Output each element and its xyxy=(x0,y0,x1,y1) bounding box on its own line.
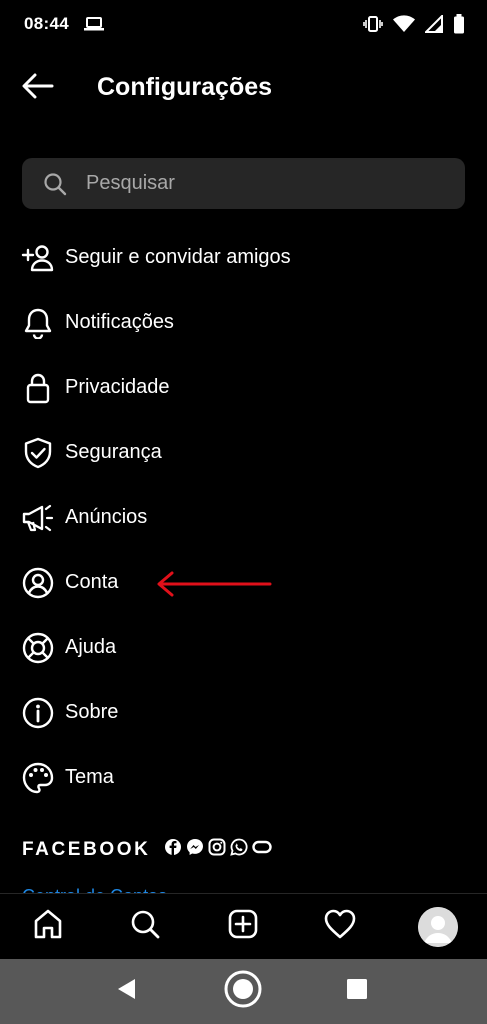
status-time: 08:44 xyxy=(24,14,69,33)
menu-item-label: Conta xyxy=(65,571,119,593)
menu-item-follow-invite[interactable]: Seguir e convidar amigos xyxy=(0,225,487,290)
whatsapp-icon xyxy=(230,838,248,861)
status-icons xyxy=(363,13,465,39)
home-circle-icon xyxy=(223,969,263,1014)
signal-icon xyxy=(423,13,443,38)
bottom-nav xyxy=(0,893,487,959)
menu-item-label: Notificações xyxy=(65,311,174,333)
bell-icon xyxy=(20,305,56,341)
search-icon xyxy=(42,171,68,197)
menu-item-help[interactable]: Ajuda xyxy=(0,615,487,680)
menu-item-privacy[interactable]: Privacidade xyxy=(0,355,487,420)
home-icon xyxy=(32,908,64,945)
menu-item-label: Ajuda xyxy=(65,636,117,658)
menu-item-ads[interactable]: Anúncios xyxy=(0,485,487,550)
nav-home-button[interactable] xyxy=(28,906,68,946)
facebook-section: FACEBOOK xyxy=(22,838,273,861)
menu-item-label: Segurança xyxy=(65,441,162,463)
android-nav-bar xyxy=(0,959,487,1024)
search-icon xyxy=(129,908,161,945)
facebook-icon xyxy=(164,838,182,861)
menu-item-about[interactable]: Sobre xyxy=(0,680,487,745)
laptop-icon xyxy=(84,16,104,37)
megaphone-icon xyxy=(20,500,56,536)
settings-menu: Seguir e convidar amigos Notificações Pr… xyxy=(0,225,487,810)
new-post-icon xyxy=(227,908,259,945)
facebook-title: FACEBOOK xyxy=(22,838,151,860)
nav-search-button[interactable] xyxy=(125,906,165,946)
menu-item-label: Seguir e convidar amigos xyxy=(65,246,291,268)
nav-new-post-button[interactable] xyxy=(223,906,263,946)
wifi-icon xyxy=(393,15,415,38)
menu-item-label: Anúncios xyxy=(65,506,148,528)
vibrate-icon xyxy=(363,15,383,38)
account-circle-icon xyxy=(20,565,56,601)
lock-icon xyxy=(20,370,56,406)
instagram-icon xyxy=(208,838,226,861)
menu-item-label: Privacidade xyxy=(65,376,170,398)
menu-item-theme[interactable]: Tema xyxy=(0,745,487,810)
android-recents-button[interactable] xyxy=(337,971,377,1011)
shield-check-icon xyxy=(20,435,56,471)
messenger-icon xyxy=(186,838,204,861)
facebook-app-icons xyxy=(164,838,273,861)
status-bar: 08:44 xyxy=(0,0,487,50)
android-back-button[interactable] xyxy=(106,971,146,1011)
battery-icon xyxy=(453,14,465,39)
menu-item-label: Tema xyxy=(65,766,114,788)
menu-item-security[interactable]: Segurança xyxy=(0,420,487,485)
info-icon xyxy=(20,695,56,731)
portal-icon xyxy=(252,838,273,861)
search-bar[interactable] xyxy=(22,158,465,209)
heart-icon xyxy=(323,908,357,945)
add-person-icon xyxy=(20,240,56,276)
back-triangle-icon xyxy=(115,977,137,1006)
menu-item-notifications[interactable]: Notificações xyxy=(0,290,487,355)
search-input[interactable] xyxy=(86,172,416,195)
menu-item-label: Sobre xyxy=(65,701,119,723)
recents-square-icon xyxy=(346,978,368,1005)
palette-icon xyxy=(20,760,56,796)
arrow-left-icon xyxy=(22,73,54,104)
android-home-button[interactable] xyxy=(223,969,263,1014)
profile-avatar[interactable] xyxy=(418,907,458,947)
lifebuoy-icon xyxy=(20,630,56,666)
back-button[interactable] xyxy=(18,72,58,104)
page-title: Configurações xyxy=(97,73,273,101)
header: Configurações xyxy=(0,60,487,116)
nav-activity-button[interactable] xyxy=(320,906,360,946)
annotation-arrow-icon xyxy=(157,571,272,597)
